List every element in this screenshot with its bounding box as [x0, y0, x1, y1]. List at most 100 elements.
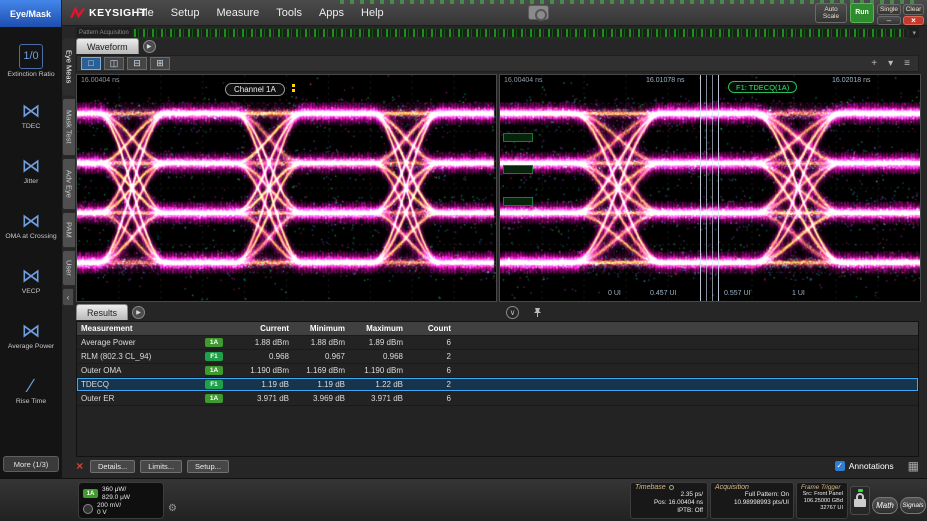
delete-measurement-icon[interactable]: × — [76, 459, 83, 473]
current-value: 1.88 dBm — [237, 338, 297, 347]
tab-eye-meas[interactable]: Eye Meas — [62, 38, 75, 96]
tdecq-function-label[interactable]: F1: TDECQ(1A) — [728, 81, 797, 93]
table-row-tdecq-selected[interactable]: TDECQ F1 1.19 dB 1.19 dB 1.22 dB 2 — [77, 378, 918, 392]
table-row-average-power[interactable]: Average Power 1A 1.88 dBm 1.88 dBm 1.89 … — [77, 336, 918, 350]
channel-indicator-dots — [292, 84, 295, 92]
eye-mask-mode-button[interactable]: Eye/Mask — [0, 0, 62, 27]
menu-setup[interactable]: Setup — [171, 7, 200, 19]
play-icon[interactable]: ▶ — [143, 40, 156, 53]
channel-2-scale[interactable]: 200 mV/ 0 V — [83, 502, 159, 518]
sidebar-item-oma-at-crossing[interactable]: ⋈ OMA at Crossing — [0, 198, 62, 253]
results-tab-row: Results ▶ ∨ — [76, 304, 919, 320]
max-value: 3.971 dB — [353, 394, 411, 403]
sidebar-item-average-power[interactable]: ⋈ Average Power — [0, 308, 62, 363]
tab-adv-eye[interactable]: Adv Eye — [62, 158, 75, 210]
tab-user[interactable]: User — [62, 250, 75, 286]
sidebar-item-vecp[interactable]: ⋈ VECP — [0, 253, 62, 308]
min-value: 1.19 dB — [297, 380, 353, 389]
math-button[interactable]: Math — [872, 497, 898, 514]
pam4-eye-canvas-right[interactable] — [500, 75, 920, 301]
menu-apps[interactable]: Apps — [319, 7, 344, 19]
results-tab[interactable]: Results — [76, 304, 128, 320]
eye-diagram-icon: ⋈ — [22, 157, 41, 176]
camera-screenshot-icon[interactable] — [528, 5, 549, 20]
sidebar-item-jitter[interactable]: ⋈ Jitter — [0, 143, 62, 198]
gear-icon[interactable]: ⚙ — [168, 503, 177, 514]
max-value: 1.89 dBm — [353, 338, 411, 347]
dropdown-icon[interactable]: ▾ — [884, 58, 897, 69]
source-badge: F1 — [205, 352, 223, 361]
table-row-rlm[interactable]: RLM (802.3 CL_94) F1 0.968 0.967 0.968 2 — [77, 350, 918, 364]
sidebar-item-extinction-ratio[interactable]: 1/0 Extinction Ratio — [0, 33, 62, 88]
sidebar-item-label: VECP — [22, 288, 41, 295]
extinction-ratio-icon: 1/0 — [19, 44, 42, 69]
channel-2-offset-value: 0 V — [97, 509, 121, 517]
min-value: 1.88 dBm — [297, 338, 353, 347]
details-button[interactable]: Details... — [90, 460, 135, 473]
close-button[interactable]: × — [903, 16, 924, 25]
menu-tools[interactable]: Tools — [276, 7, 302, 19]
table-row-outer-er[interactable]: Outer ER 1A 3.971 dB 3.969 dB 3.971 dB 6 — [77, 392, 918, 406]
auto-scale-button[interactable]: Auto Scale — [815, 3, 847, 23]
max-value: 1.22 dB — [353, 380, 411, 389]
sidebar-item-tdec[interactable]: ⋈ TDEC — [0, 88, 62, 143]
pin-icon[interactable] — [533, 307, 542, 318]
sidebar-item-rise-time[interactable]: ∕ Rise Time — [0, 363, 62, 418]
col-current: Current — [237, 324, 297, 333]
pattern-dropdown-icon[interactable]: ▾ — [912, 29, 916, 37]
minimize-button[interactable]: – — [877, 16, 901, 25]
menu-file[interactable]: File — [136, 7, 154, 19]
view-split-vertical-icon[interactable]: ◫ — [104, 57, 124, 70]
eye-display-right: 16.00404 ns 16.01078 ns F1: TDECQ(1A) 16… — [499, 74, 921, 302]
timebase-panel[interactable]: Timebase 2.35 ps/ Pos: 16.00404 ns IPTB:… — [630, 482, 708, 519]
channel-1a-scale[interactable]: 1A 360 μW/ 829.0 μW — [83, 486, 159, 502]
source-badge: 1A — [205, 394, 223, 403]
waveform-tab[interactable]: Waveform — [76, 38, 139, 54]
view-quad-icon[interactable]: ⊞ — [150, 57, 170, 70]
pam4-eye-canvas-left[interactable] — [77, 75, 496, 301]
run-button[interactable]: Run — [850, 3, 874, 23]
menu-icon[interactable]: ≡ — [900, 58, 914, 69]
keysight-spark-icon — [70, 7, 85, 20]
tdecq-window-marker[interactable] — [706, 75, 707, 301]
chevron-down-icon[interactable]: ∨ — [506, 306, 519, 319]
acquisition-panel[interactable]: Acquisition Full Pattern: On 10.98998993… — [710, 482, 794, 519]
count-value: 2 — [411, 380, 459, 389]
annotations-label: Annotations — [849, 461, 894, 471]
title-menu-bar: KEYSIGHT File Setup Measure Tools Apps H… — [0, 0, 927, 26]
current-value: 1.190 dBm — [237, 366, 297, 375]
play-icon[interactable]: ▶ — [132, 306, 145, 319]
lock-icon[interactable] — [850, 486, 870, 515]
collapse-tabs-button[interactable]: ‹ — [62, 288, 74, 306]
clear-button[interactable]: Clear — [903, 4, 924, 15]
measurement-name: Outer OMA — [77, 366, 205, 375]
annotations-checkbox[interactable]: ✓ — [835, 461, 845, 471]
signals-button[interactable]: Signals — [900, 497, 926, 514]
tab-pam[interactable]: PAM — [62, 212, 75, 248]
level-threshold-label — [503, 133, 533, 142]
more-measurements-button[interactable]: More (1/3) — [3, 456, 59, 472]
menu-measure[interactable]: Measure — [216, 7, 259, 19]
tdecq-window-marker[interactable] — [712, 75, 713, 301]
channel-scale-cluster[interactable]: 1A 360 μW/ 829.0 μW 200 mV/ 0 V — [78, 482, 164, 519]
view-split-horizontal-icon[interactable]: ⊟ — [127, 57, 147, 70]
table-row-outer-oma[interactable]: Outer OMA 1A 1.190 dBm 1.169 dBm 1.190 d… — [77, 364, 918, 378]
tdecq-window-marker[interactable] — [718, 75, 719, 301]
setup-button[interactable]: Setup... — [187, 460, 229, 473]
grid-icon[interactable]: ▦ — [908, 459, 919, 473]
eye-diagram-icon: ⋈ — [22, 267, 41, 286]
single-button[interactable]: Single — [877, 4, 901, 15]
count-value: 2 — [411, 352, 459, 361]
timebase-position-readout: 16.00404 ns — [81, 77, 120, 84]
frame-trigger-panel[interactable]: Frame Trigger Src: Front Panel 106.25000… — [796, 482, 848, 519]
menu-bar: File Setup Measure Tools Apps Help — [136, 0, 384, 26]
tdecq-window-marker[interactable] — [700, 75, 701, 301]
eye-diagram-icon: ⋈ — [22, 322, 41, 341]
menu-help[interactable]: Help — [361, 7, 384, 19]
limits-button[interactable]: Limits... — [140, 460, 182, 473]
view-single-icon[interactable]: □ — [81, 57, 101, 70]
pan-icon[interactable]: + — [867, 58, 881, 69]
channel-1a-label[interactable]: Channel 1A — [225, 83, 285, 96]
sidebar-item-label: OMA at Crossing — [5, 233, 56, 240]
tab-mask-test[interactable]: Mask Test — [62, 98, 75, 156]
